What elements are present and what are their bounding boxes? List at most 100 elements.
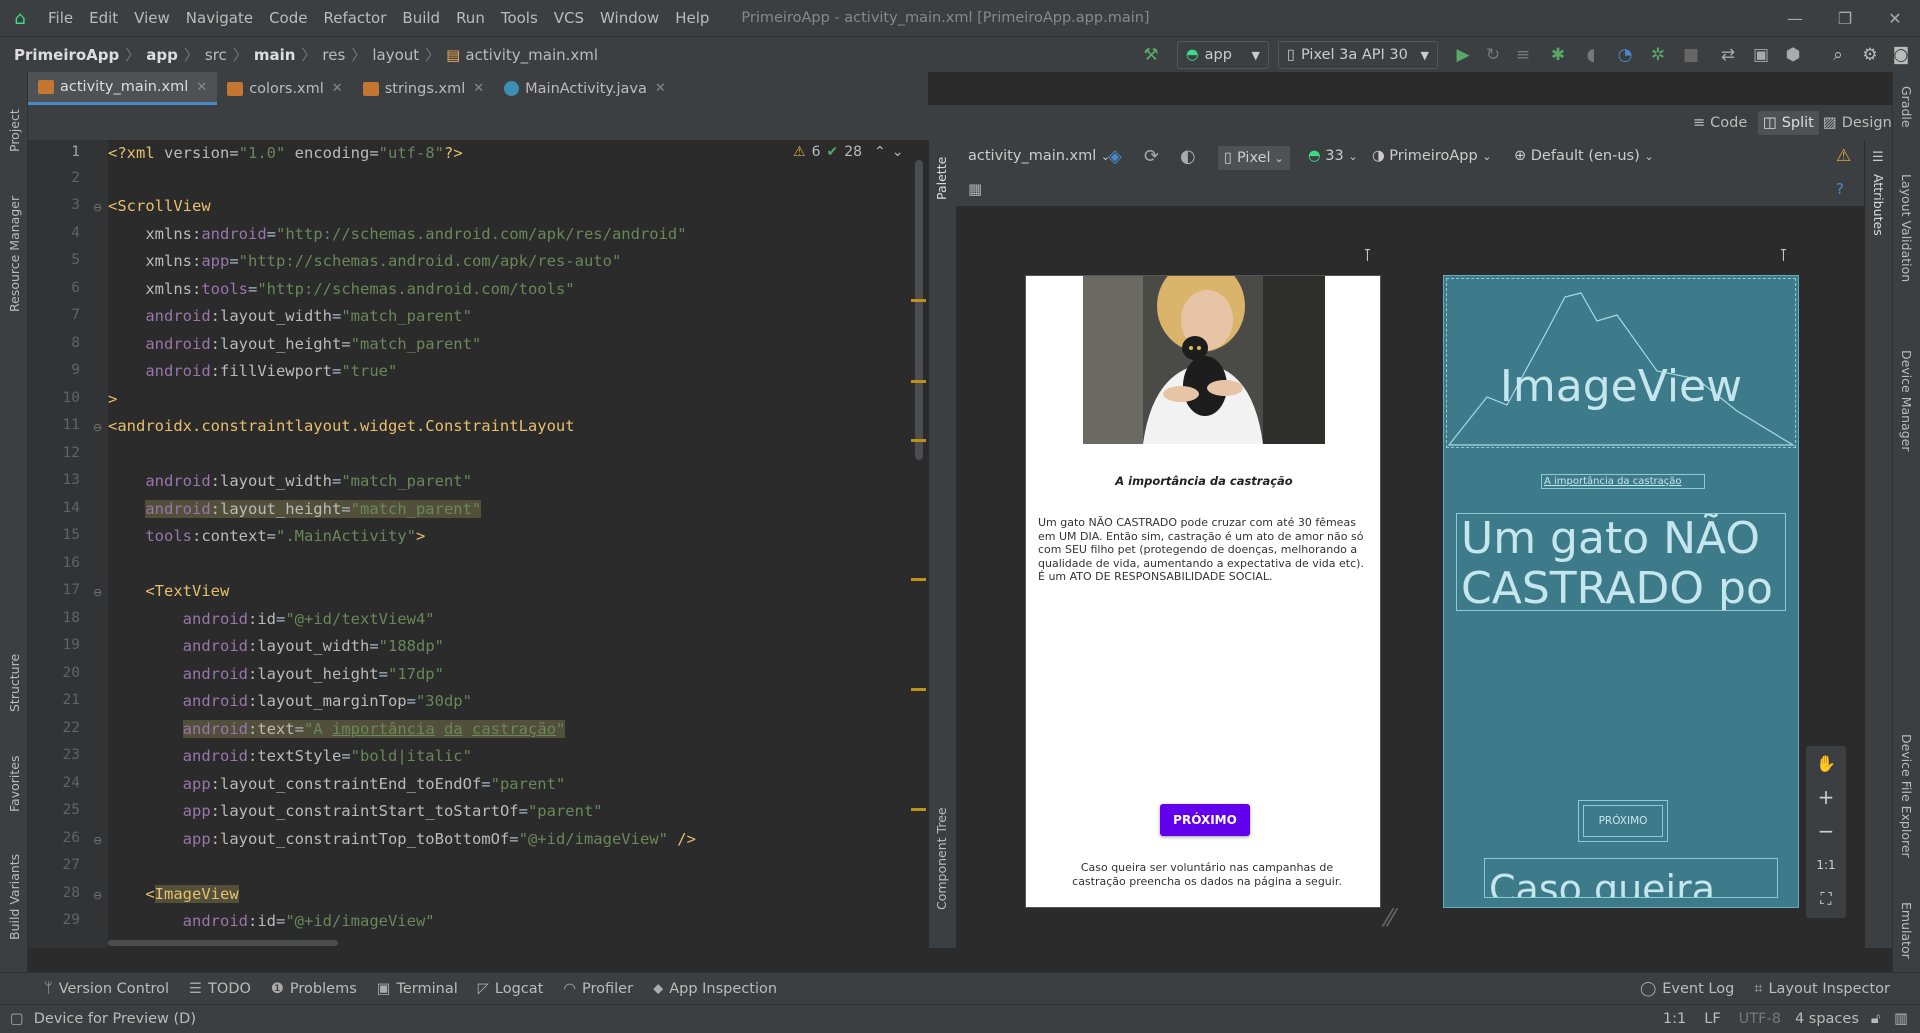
zoom-out-icon[interactable]: − <box>1806 814 1846 848</box>
help-icon[interactable]: ? <box>1836 180 1844 198</box>
menu-run[interactable]: Run <box>448 9 493 27</box>
tool-terminal[interactable]: ▣ Terminal <box>367 981 468 997</box>
code-editor[interactable]: <?xml version="1.0" encoding="utf-8"?> <… <box>108 140 926 948</box>
tab-colors[interactable]: colors.xml ✕ <box>217 72 353 105</box>
tool-project[interactable]: Project <box>7 109 22 152</box>
api-level-select[interactable]: ◓ 33 ⌄ <box>1308 148 1358 164</box>
stop-icon[interactable]: ■ <box>1678 42 1704 68</box>
menu-tools[interactable]: Tools <box>493 9 546 27</box>
status-square-icon[interactable]: ▢ <box>10 1011 24 1027</box>
menu-file[interactable]: File <box>40 9 81 27</box>
file-encoding[interactable]: UTF-8 <box>1739 1011 1781 1027</box>
pin-icon[interactable]: ⊺ <box>1779 246 1788 266</box>
theme-select[interactable]: ◑ PrimeiroApp ⌄ <box>1372 148 1492 164</box>
tool-profiler[interactable]: ◠ Profiler <box>553 981 643 997</box>
search-icon[interactable]: ⌕ <box>1825 42 1851 68</box>
view-split-button[interactable]: ◫ Split <box>1758 111 1819 135</box>
memory-indicator-icon[interactable]: ▥ <box>1894 1011 1908 1027</box>
zoom-in-icon[interactable]: + <box>1806 780 1846 814</box>
blueprint-footer[interactable]: Caso queira <box>1484 858 1778 898</box>
layers-icon[interactable]: ◈ <box>1108 146 1122 167</box>
lock-icon[interactable]: 🔓︎ <box>1871 1011 1880 1027</box>
indent-setting[interactable]: 4 spaces <box>1795 1011 1859 1027</box>
view-design-button[interactable]: ▨ Design <box>1823 111 1892 135</box>
blueprint-title[interactable]: A importância da castração <box>1541 474 1705 489</box>
debug-icon[interactable]: ✱ <box>1545 42 1571 68</box>
breadcrumb-layout[interactable]: layout <box>372 46 419 64</box>
attach-debugger-icon[interactable]: ✲ <box>1645 42 1671 68</box>
breadcrumb-src[interactable]: src <box>205 46 227 64</box>
avd-manager-icon[interactable]: ▣ <box>1748 42 1774 68</box>
tool-todo[interactable]: ☰ TODO <box>179 981 261 997</box>
sdk-manager-icon[interactable]: ⬢ <box>1780 42 1806 68</box>
tool-build-variants[interactable]: Build Variants <box>7 854 22 940</box>
blueprint-body[interactable]: Um gato NÃO CASTRADO po <box>1456 513 1786 611</box>
close-tab-icon[interactable]: ✕ <box>655 81 666 96</box>
fold-icon[interactable]: ⊖ <box>93 834 102 847</box>
blueprint-button[interactable]: PRÓXIMO <box>1578 800 1668 842</box>
tool-palette[interactable]: Palette <box>934 157 949 200</box>
profile-icon[interactable]: ◔ <box>1612 42 1638 68</box>
tab-main-activity[interactable]: MainActivity.java ✕ <box>494 72 676 105</box>
apply-changes-icon[interactable]: ↻ <box>1480 42 1506 68</box>
breadcrumb-app[interactable]: app <box>146 46 178 64</box>
tool-device-manager[interactable]: Device Manager <box>1899 350 1914 452</box>
breadcrumb-file[interactable]: activity_main.xml <box>465 46 598 64</box>
close-tab-icon[interactable]: ✕ <box>473 81 484 96</box>
close-tab-icon[interactable]: ✕ <box>196 80 207 95</box>
scroll-thumb[interactable] <box>915 160 923 460</box>
warning-marker[interactable] <box>911 439 926 442</box>
warning-marker[interactable] <box>911 688 926 691</box>
fold-icon[interactable]: ⊖ <box>93 421 102 434</box>
fold-icon[interactable]: ⊖ <box>93 889 102 902</box>
device-select[interactable]: ▯ Pixel 3a API 30 ▼ <box>1278 41 1438 69</box>
sync-gradle-icon[interactable]: ⇄ <box>1715 42 1741 68</box>
tool-component-tree[interactable]: Component Tree <box>934 807 949 910</box>
inspection-widget[interactable]: ⚠ 6 ✔ 28 ⌃ ⌄ <box>793 140 923 164</box>
horizontal-scrollbar[interactable] <box>108 940 338 946</box>
pin-icon[interactable]: ⊺ <box>1363 246 1372 266</box>
warning-marker[interactable] <box>911 808 926 811</box>
pan-hand-icon[interactable]: ✋ <box>1806 746 1846 780</box>
menu-build[interactable]: Build <box>394 9 448 27</box>
chevron-down-icon[interactable]: ⌄ <box>892 144 904 160</box>
run-icon[interactable]: ▶ <box>1450 42 1476 68</box>
blueprint-image-view[interactable]: ImageView <box>1446 278 1796 448</box>
chevron-up-icon[interactable]: ⌃ <box>874 144 886 160</box>
zoom-actual-size[interactable]: 1:1 <box>1806 848 1846 882</box>
close-tab-icon[interactable]: ✕ <box>332 81 343 96</box>
blueprint-preview[interactable]: ImageView A importância da castração Um … <box>1443 275 1799 908</box>
warning-marker[interactable] <box>911 578 926 581</box>
breadcrumb-main[interactable]: main <box>254 46 296 64</box>
restore-icon[interactable]: ❐ <box>1820 0 1870 36</box>
user-icon[interactable]: ◙ <box>1888 42 1914 68</box>
cat-photo-image[interactable] <box>1083 276 1325 444</box>
tab-activity-main[interactable]: activity_main.xml ✕ <box>28 72 218 105</box>
menu-vcs[interactable]: VCS <box>546 9 592 27</box>
locale-select[interactable]: ⊕ Default (en-us) ⌄ <box>1514 148 1654 164</box>
tool-logcat[interactable]: ◸ Logcat <box>468 981 554 997</box>
menu-code[interactable]: Code <box>261 9 315 27</box>
tool-attributes[interactable]: Attributes <box>1871 174 1886 236</box>
menu-edit[interactable]: Edit <box>81 9 126 27</box>
breadcrumb-res[interactable]: res <box>322 46 345 64</box>
tool-device-file-explorer[interactable]: Device File Explorer <box>1899 734 1914 858</box>
tool-event-log[interactable]: ◯ Event Log <box>1630 981 1744 997</box>
caret-position[interactable]: 1:1 <box>1663 1011 1686 1027</box>
tool-version-control[interactable]: ᛘ Version Control <box>34 981 179 997</box>
menu-window[interactable]: Window <box>592 9 667 27</box>
layout-file-select[interactable]: activity_main.xml ⌄ <box>968 148 1110 164</box>
zoom-fit-icon[interactable]: ⛶ <box>1806 882 1846 916</box>
tool-emulator[interactable]: Emulator <box>1899 902 1914 959</box>
tool-structure[interactable]: Structure <box>7 654 22 712</box>
minimize-icon[interactable]: — <box>1770 0 1820 36</box>
apply-code-changes-icon[interactable]: ≡ <box>1510 42 1536 68</box>
night-mode-icon[interactable]: ◐ <box>1180 146 1196 167</box>
tool-app-inspection[interactable]: ⬥ App Inspection <box>643 981 787 997</box>
tool-favorites[interactable]: Favorites <box>7 756 22 812</box>
tool-layout-validation[interactable]: Layout Validation <box>1899 174 1914 282</box>
preview-device-select[interactable]: ▯ Pixel ⌄ <box>1218 146 1290 170</box>
resize-handle-icon[interactable]: ⁄⁄ <box>1386 904 1394 932</box>
close-icon[interactable]: ✕ <box>1870 0 1920 36</box>
blueprint-toggle-icon[interactable]: ▦ <box>968 180 982 198</box>
